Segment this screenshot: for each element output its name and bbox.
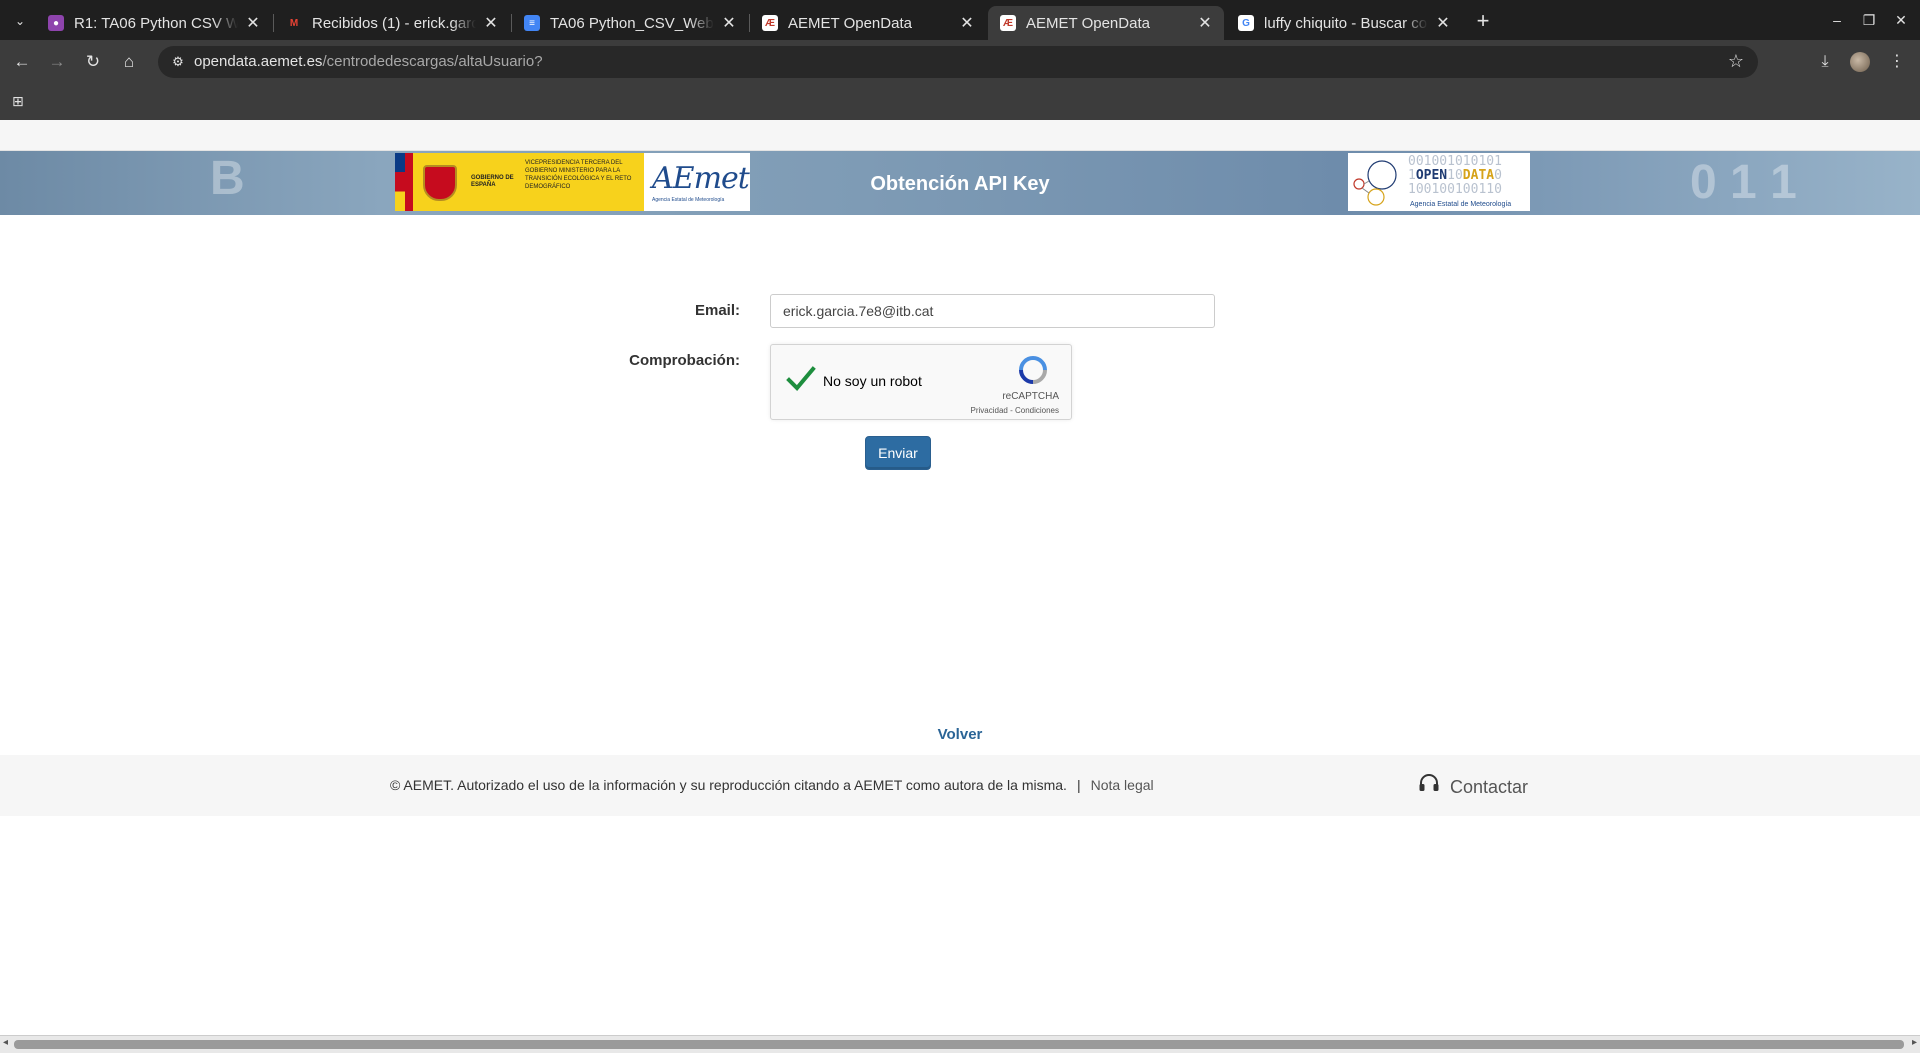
tab-gmail[interactable]: M Recibidos (1) - erick.garcia ✕ — [274, 6, 510, 40]
browser-toolbar: ← → ↻ ⌂ ⚙ opendata.aemet.es/centrodedesc… — [0, 40, 1920, 84]
scrollbar-thumb[interactable] — [14, 1040, 1904, 1049]
close-icon[interactable]: ✕ — [244, 13, 262, 33]
back-arrow-icon[interactable]: ← — [8, 48, 36, 76]
footer: © AEMET. Autorizado el uso de la informa… — [0, 755, 1920, 816]
opendata-circles-icon — [1353, 160, 1397, 206]
recaptcha-logo-icon — [1019, 356, 1047, 384]
reload-icon[interactable]: ↻ — [79, 48, 107, 76]
tab-classroom[interactable]: ● R1: TA06 Python CSV Web ✕ — [36, 6, 272, 40]
opendata-logo[interactable]: 001001010101 1OPEN10DATA0 100100100110 Age… — [1348, 153, 1530, 211]
tab-search-icon[interactable]: ⌄ — [8, 9, 32, 33]
url-path: /centrodedescargas/altaUsuario? — [322, 53, 543, 70]
submit-button[interactable]: Enviar — [865, 436, 931, 470]
classroom-icon: ● — [48, 15, 64, 31]
tab-google[interactable]: G luffy chiquito - Buscar con Google ✕ — [1226, 6, 1462, 40]
top-strip — [0, 120, 1920, 151]
profile-avatar[interactable] — [1850, 52, 1870, 72]
header-banner: B 0 1 1 GOBIERNO DE ESPAÑA VICEPRESIDENC… — [0, 151, 1920, 215]
address-bar[interactable]: ⚙ opendata.aemet.es/centrodedescargas/al… — [158, 46, 1758, 78]
scroll-right-icon[interactable]: ▸ — [1912, 1037, 1917, 1048]
opendata-caption: Agencia Estatal de Meteorología — [1410, 201, 1512, 208]
close-icon[interactable]: ✕ — [1196, 13, 1214, 33]
tab-title: R1: TA06 Python CSV Web — [74, 14, 238, 32]
email-field[interactable] — [770, 294, 1215, 328]
tab-title: TA06 Python_CSV_Web_ — [550, 14, 714, 32]
tab-aemet-active[interactable]: Æ AEMET OpenData ✕ — [988, 6, 1224, 40]
page-content: B 0 1 1 GOBIERNO DE ESPAÑA VICEPRESIDENC… — [0, 120, 1920, 1035]
close-icon[interactable]: ✕ — [1434, 13, 1452, 33]
docs-icon: ≡ — [524, 15, 540, 31]
copyright-text: © AEMET. Autorizado el uso de la informa… — [390, 777, 1067, 793]
tab-title: luffy chiquito - Buscar con Google — [1264, 14, 1428, 32]
home-icon[interactable]: ⌂ — [115, 48, 143, 76]
new-tab-button[interactable]: + — [1470, 8, 1496, 34]
tab-docs[interactable]: ≡ TA06 Python_CSV_Web_ ✕ — [512, 6, 748, 40]
opendata-bits: 001001010101 1OPEN10DATA0 100100100110 — [1408, 154, 1502, 197]
close-icon[interactable]: ✕ — [958, 13, 976, 33]
forward-arrow-icon[interactable]: → — [43, 48, 71, 76]
site-info-icon[interactable]: ⚙ — [170, 54, 186, 70]
recaptcha-widget[interactable]: No soy un robot reCAPTCHA Privacidad - C… — [770, 344, 1072, 420]
tab-title: AEMET OpenData — [788, 14, 912, 32]
tab-strip: ⌄ ● R1: TA06 Python CSV Web ✕ M Recibido… — [0, 0, 1920, 40]
back-link: Volver — [0, 726, 1920, 743]
recaptcha-terms-link[interactable]: Privacidad - Condiciones — [971, 406, 1060, 415]
page-title: Obtención API Key — [870, 173, 1050, 195]
download-icon[interactable]: ⤓ — [1812, 49, 1838, 75]
gmail-icon: M — [289, 17, 299, 29]
close-icon[interactable]: ✕ — [720, 13, 738, 33]
aemet-icon: Æ — [1000, 15, 1016, 31]
tab-title: AEMET OpenData — [1026, 14, 1150, 32]
back-link-text[interactable]: Volver — [938, 726, 983, 743]
check-label: Comprobación: — [629, 352, 740, 369]
minimize-icon[interactable]: – — [1822, 8, 1852, 32]
bookmark-star-icon[interactable]: ☆ — [1728, 51, 1744, 72]
scroll-left-icon[interactable]: ◂ — [3, 1037, 8, 1048]
menu-kebab-icon[interactable]: ⋮ — [1884, 49, 1910, 75]
url-text[interactable]: opendata.aemet.es/centrodedescargas/alta… — [194, 53, 543, 70]
recaptcha-brand: reCAPTCHA — [1002, 391, 1059, 402]
checkmark-icon[interactable] — [785, 363, 817, 395]
contact-link[interactable]: Contactar — [1418, 773, 1528, 798]
footer-copy: © AEMET. Autorizado el uso de la informa… — [390, 777, 1154, 793]
url-host: opendata.aemet.es — [194, 53, 323, 70]
headset-icon — [1419, 774, 1439, 791]
bookmarks-bar: ⊞ — [0, 84, 1920, 120]
apps-grid-icon[interactable]: ⊞ — [12, 93, 28, 109]
legal-link[interactable]: Nota legal — [1091, 777, 1154, 793]
tab-title: Recibidos (1) - erick.garcia — [312, 14, 476, 32]
email-label: Email: — [694, 302, 740, 319]
footer-separator: | — [1076, 777, 1081, 793]
aemet-icon: Æ — [762, 15, 778, 31]
google-icon: G — [1238, 15, 1254, 31]
close-icon[interactable]: ✕ — [482, 13, 500, 33]
horizontal-scrollbar[interactable]: ◂ ▸ — [0, 1035, 1920, 1053]
maximize-icon[interactable]: ❐ — [1854, 8, 1884, 32]
contact-label: Contactar — [1450, 777, 1529, 797]
aemet-subtitle: Agencia Estatal de Meteorología — [652, 197, 725, 203]
close-window-icon[interactable]: ✕ — [1886, 8, 1916, 32]
tab-aemet-1[interactable]: Æ AEMET OpenData ✕ — [750, 6, 986, 40]
recaptcha-label: No soy un robot — [823, 373, 922, 389]
